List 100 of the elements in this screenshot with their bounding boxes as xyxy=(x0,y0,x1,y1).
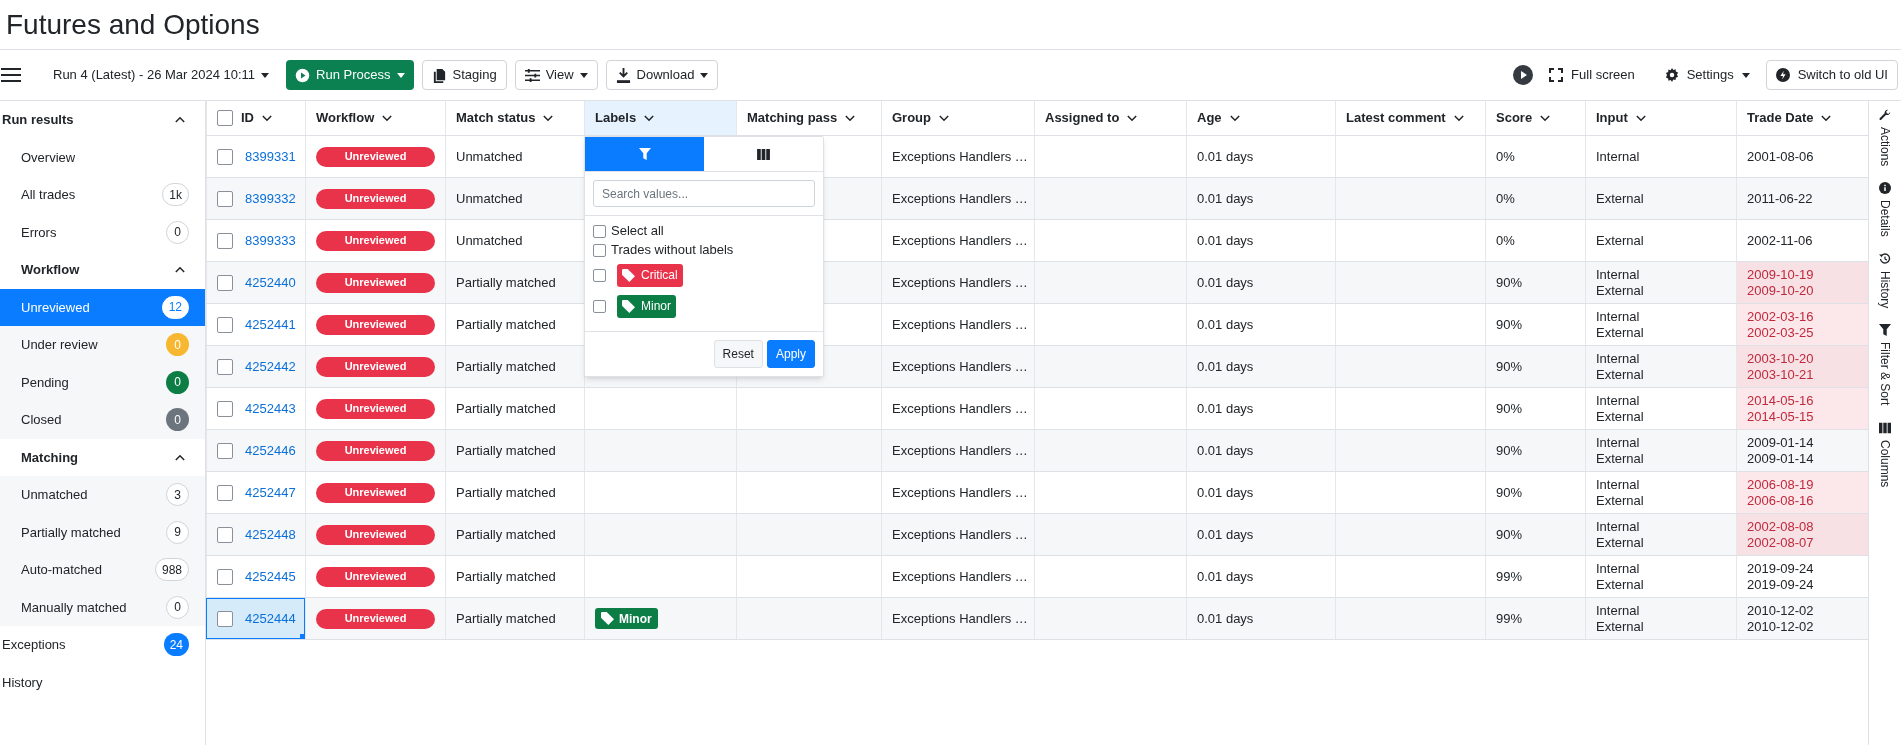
sidebar-item[interactable]: Manually matched 0 xyxy=(0,588,205,626)
count-badge: 3 xyxy=(166,483,189,507)
trade-id-link[interactable]: 8399333 xyxy=(245,230,296,251)
sidebar-item[interactable]: Errors 0 xyxy=(0,213,205,251)
sidebar-item[interactable]: Unmatched 3 xyxy=(0,476,205,514)
column-header[interactable]: Score xyxy=(1485,101,1585,135)
table-cell-text: Exceptions Handlers … xyxy=(892,147,1028,166)
download-button[interactable]: Download xyxy=(605,60,719,90)
row-checkbox[interactable] xyxy=(217,358,233,375)
sidebar-item[interactable]: Overview xyxy=(0,138,205,176)
row-checkbox[interactable] xyxy=(217,232,233,249)
option-checkbox[interactable] xyxy=(593,224,606,238)
fill-handle[interactable] xyxy=(300,634,305,639)
table-cell: 2014-05-15 xyxy=(1747,408,1814,425)
table-cell: External xyxy=(1596,324,1644,341)
section-header[interactable]: Run results xyxy=(0,101,205,139)
switch-ui-button[interactable]: Switch to old UI xyxy=(1765,60,1898,90)
side-panel-tab[interactable]: Filter & Sort xyxy=(1876,324,1894,406)
label-tag[interactable]: Critical xyxy=(617,263,683,287)
row-checkbox[interactable] xyxy=(217,400,233,417)
trade-id-link[interactable]: 4252448 xyxy=(245,524,296,545)
option-checkbox[interactable] xyxy=(593,299,606,313)
table-cell-text: Partially matched xyxy=(456,273,556,292)
trade-id-link[interactable]: 8399332 xyxy=(245,188,296,209)
sidebar-item[interactable]: Exceptions 24 xyxy=(0,626,205,664)
status-pill: Unreviewed xyxy=(316,356,435,377)
table-cell-text: 0.01 days xyxy=(1197,147,1254,166)
select-all-checkbox[interactable] xyxy=(217,110,233,126)
trade-id-link[interactable]: 4252445 xyxy=(245,566,296,587)
staging-button[interactable]: Staging xyxy=(421,60,507,90)
label-tag[interactable]: Minor xyxy=(617,294,676,318)
trade-id-link[interactable]: 4252441 xyxy=(245,314,296,335)
play-button[interactable] xyxy=(1513,65,1534,85)
sidebar-item[interactable]: Auto-matched 988 xyxy=(0,551,205,589)
column-header[interactable]: ID xyxy=(206,101,305,135)
selected-cell[interactable]: 4252444 xyxy=(206,598,305,639)
search-field[interactable]: Search values... xyxy=(593,180,815,207)
trade-id-link[interactable]: 4252443 xyxy=(245,398,296,419)
column-header[interactable]: Group xyxy=(881,101,1034,135)
sidebar-item[interactable]: Partially matched 9 xyxy=(0,513,205,551)
section-header[interactable]: Workflow xyxy=(0,251,205,289)
option-checkbox[interactable] xyxy=(593,268,606,282)
sidebar-item[interactable]: All trades 1k xyxy=(0,176,205,214)
trade-id-link[interactable]: 4252444 xyxy=(245,608,296,629)
run-selector[interactable]: Run 4 (Latest) - 26 Mar 2024 10:11 xyxy=(53,60,270,90)
column-header[interactable]: Assigned to xyxy=(1034,101,1186,135)
columns-tab[interactable] xyxy=(704,137,823,171)
row-checkbox[interactable] xyxy=(217,190,233,207)
table-cell-text: Partially matched xyxy=(456,441,556,460)
trade-id-link[interactable]: 4252442 xyxy=(245,356,296,377)
row-checkbox[interactable] xyxy=(217,442,233,459)
row-checkbox[interactable] xyxy=(217,316,233,333)
view-button[interactable]: View xyxy=(514,60,598,90)
column-header[interactable]: Input xyxy=(1585,101,1736,135)
download-icon xyxy=(615,67,631,83)
sidebar-item[interactable]: Pending 0 xyxy=(0,363,205,401)
apply-button[interactable]: Apply xyxy=(766,340,815,368)
sidebar-item[interactable]: Closed 0 xyxy=(0,401,205,439)
table-cell-text: 0.01 days xyxy=(1197,399,1254,418)
table-cell: External xyxy=(1596,618,1644,635)
column-header[interactable]: Age xyxy=(1186,101,1335,135)
sidebar-item[interactable]: History xyxy=(0,663,205,701)
trade-id-link[interactable]: 4252440 xyxy=(245,272,296,293)
fullscreen-button[interactable]: Full screen xyxy=(1543,60,1641,90)
side-panel-tab[interactable]: Actions xyxy=(1876,109,1894,167)
table-cell-text: 0.01 days xyxy=(1197,525,1254,544)
column-header[interactable]: Workflow xyxy=(305,101,445,135)
run-process-button[interactable]: Run Process xyxy=(286,60,414,90)
option-checkbox[interactable] xyxy=(593,243,606,257)
status-pill: Unreviewed xyxy=(316,230,435,251)
side-panel-tab[interactable]: Columns xyxy=(1876,421,1894,488)
column-header[interactable]: Labels xyxy=(584,101,736,135)
row-checkbox[interactable] xyxy=(217,610,233,627)
count-badge: 0 xyxy=(166,408,189,432)
settings-button[interactable]: Settings xyxy=(1658,60,1756,90)
chevron-up-icon xyxy=(175,266,185,274)
menu-button[interactable] xyxy=(0,65,22,85)
row-checkbox[interactable] xyxy=(217,526,233,543)
status-pill: Unreviewed xyxy=(316,482,435,503)
table-cell: 2002-03-25 xyxy=(1747,324,1814,341)
row-checkbox[interactable] xyxy=(217,568,233,585)
side-panel-tab[interactable]: Details xyxy=(1876,182,1894,238)
row-checkbox[interactable] xyxy=(217,148,233,165)
table-cell: 2002-03-16 xyxy=(1747,308,1814,325)
side-panel-tab[interactable]: History xyxy=(1876,253,1894,309)
row-checkbox[interactable] xyxy=(217,484,233,501)
column-header[interactable]: Trade Date xyxy=(1736,101,1868,135)
table-cell-text: 0.01 days xyxy=(1197,567,1254,586)
column-header[interactable]: Latest comment xyxy=(1335,101,1485,135)
trade-id-link[interactable]: 8399331 xyxy=(245,146,296,167)
section-header[interactable]: Matching xyxy=(0,438,205,476)
history-icon xyxy=(1879,253,1891,266)
sidebar-item[interactable]: Under review 0 xyxy=(0,326,205,364)
trade-id-link[interactable]: 4252447 xyxy=(245,482,296,503)
reset-button[interactable]: Reset xyxy=(713,340,763,368)
trade-id-link[interactable]: 4252446 xyxy=(245,440,296,461)
table-cell: 2019-09-24 xyxy=(1747,576,1814,593)
column-header[interactable]: Matching pass xyxy=(736,101,881,135)
sidebar-item[interactable]: Unreviewed 12 xyxy=(0,288,205,326)
row-checkbox[interactable] xyxy=(217,274,233,291)
